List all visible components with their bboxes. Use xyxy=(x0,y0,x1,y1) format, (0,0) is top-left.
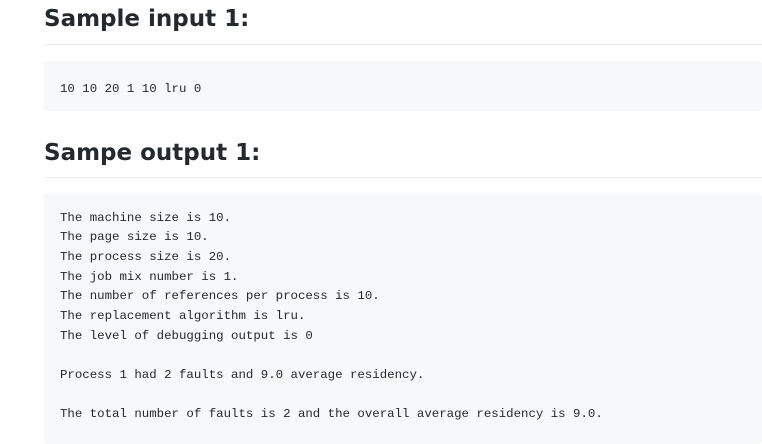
output-line: Process 1 had 2 faults and 9.0 average r… xyxy=(60,368,425,382)
output-line: The page size is 10. xyxy=(60,230,209,245)
document-content: Sample input 1: 10 10 20 1 10 lru 0 Samp… xyxy=(44,0,762,444)
output-line: The job mix number is 1. xyxy=(60,269,239,284)
output-line: The total number of faults is 2 and the … xyxy=(60,407,603,422)
output-line: The replacement algorithm is lru. xyxy=(60,308,306,323)
sample-output-code: The machine size is 10. The page size is … xyxy=(60,209,746,426)
output-line: The process size is 20. xyxy=(60,249,232,264)
output-line: The number of references per process is … xyxy=(60,289,380,304)
sample-output-heading: Sampe output 1: xyxy=(44,139,762,178)
sample-input-heading: Sample input 1: xyxy=(44,0,762,45)
output-blank-line xyxy=(60,386,746,406)
sample-input-code-block: 10 10 20 1 10 lru 0 xyxy=(44,60,762,111)
output-line: The level of debugging output is 0 xyxy=(60,328,313,343)
sample-output-code-block: The machine size is 10. The page size is … xyxy=(44,193,762,444)
output-blank-line xyxy=(60,346,746,366)
sample-input-code: 10 10 20 1 10 lru 0 xyxy=(60,81,202,96)
output-line: The machine size is 10. xyxy=(60,210,232,225)
